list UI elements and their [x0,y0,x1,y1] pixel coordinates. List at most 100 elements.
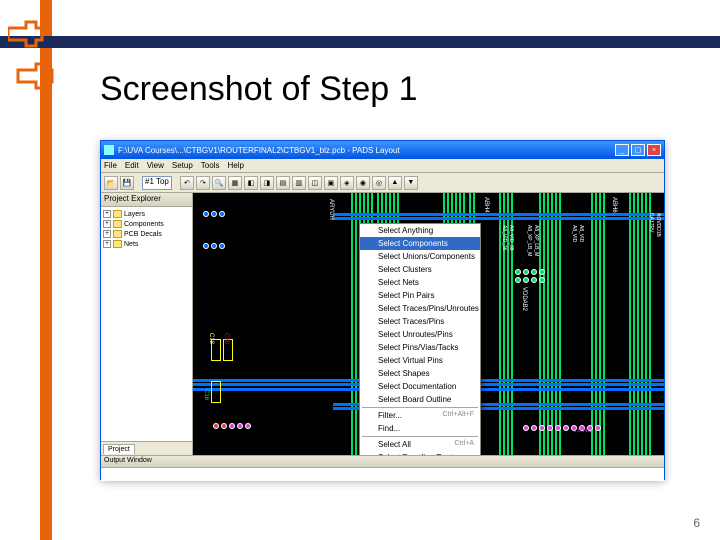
pad-group[interactable] [515,277,545,283]
ctx-item[interactable]: Select Nets [360,276,480,289]
menu-tools[interactable]: Tools [201,161,220,170]
tree-label: Nets [124,241,138,248]
pad-group[interactable] [515,269,545,275]
menu-help[interactable]: Help [227,161,243,170]
layer-select[interactable]: #1 Top [142,176,172,190]
ctx-item[interactable]: Select Anything [360,224,480,237]
expand-icon[interactable]: + [103,240,111,248]
ctx-item[interactable]: Select Pin Pairs [360,289,480,302]
tool-generic-icon[interactable]: ▣ [324,176,338,190]
menu-separator [362,407,478,408]
application-window: F:\UVA Courses\...\CTBGV1\ROUTERFINAL2\C… [100,140,665,480]
tool-generic-icon[interactable]: ▦ [228,176,242,190]
ctx-item-label: Select Board Outline [378,395,451,404]
tree-item-components[interactable]: + Components [103,219,190,229]
tool-undo-icon[interactable]: ↶ [180,176,194,190]
context-menu: Select Anything Select Components Select U… [359,223,481,455]
ctx-item[interactable]: Select Traces/Pins [360,315,480,328]
project-tree[interactable]: + Layers + Components + PCB Decals + [101,207,192,441]
ctx-item-label: Select Clusters [378,265,432,274]
folder-icon [113,240,122,248]
tool-generic-icon[interactable]: ◫ [308,176,322,190]
titlebar[interactable]: F:\UVA Courses\...\CTBGV1\ROUTERFINAL2\C… [101,141,664,159]
tool-redo-icon[interactable]: ↷ [196,176,210,190]
pin-label: A8_VID [578,225,584,242]
ctx-item-label: Select Pins/Vias/Tacks [378,343,458,352]
output-window-header: Output Window [101,456,664,468]
ctx-item[interactable]: Filter...Ctrl+Alt+F [360,409,480,422]
pad-group[interactable] [213,423,251,429]
coord-label: 0,0.NC [573,428,592,434]
ctx-item[interactable]: Select Board Outline [360,393,480,406]
tool-generic-icon[interactable]: ◈ [340,176,354,190]
tool-open-icon[interactable]: 📂 [104,176,118,190]
ctx-item-label: Select Components [378,239,448,248]
menu-setup[interactable]: Setup [172,161,193,170]
ctx-item[interactable]: Select Unions/Components [360,250,480,263]
ctx-item[interactable]: Select Unroutes/Pins [360,328,480,341]
ctx-item[interactable]: Select Dangling Routes [360,451,480,455]
tree-label: PCB Decals [124,231,162,238]
work-area: Project Explorer + Layers + Components +… [101,193,664,455]
ref-designator: ARYUH [328,199,334,220]
pin-label: A8_XP_LB_M [526,225,532,256]
slide-title: Screenshot of Step 1 [100,70,418,109]
tree-item-decals[interactable]: + PCB Decals [103,229,190,239]
close-button[interactable]: × [647,144,661,156]
accent-stripe-horizontal [0,36,720,48]
ctx-item[interactable]: Select Components [360,237,480,250]
pin-label: A8_VID_36 [501,225,507,251]
tree-item-layers[interactable]: + Layers [103,209,190,219]
ctx-item-label: Select Dangling Routes [378,453,462,455]
ctx-item[interactable]: Select All Ctrl+A [360,438,480,451]
menu-view[interactable]: View [147,161,164,170]
ctx-item-label: Select Traces/Pins [378,317,444,326]
tree-item-nets[interactable]: + Nets [103,239,190,249]
tool-generic-icon[interactable]: ◨ [260,176,274,190]
ctx-shortcut: Ctrl+A [454,440,474,449]
tool-generic-icon[interactable]: ▼ [404,176,418,190]
sidebar-tabs: Project [101,441,192,455]
tool-generic-icon[interactable]: ▲ [388,176,402,190]
menu-separator [362,436,478,437]
ctx-item[interactable]: Select Pins/Vias/Tacks [360,341,480,354]
ctx-item-label: Select All [378,440,411,449]
ctx-item[interactable]: Find... [360,422,480,435]
pcb-canvas[interactable]: ARYUH ABH4 ABH6 VDDAB3 VDDAB2 C18 C16 C3… [193,193,664,455]
tool-generic-icon[interactable]: ▤ [276,176,290,190]
tree-label: Layers [124,211,145,218]
ref-designator: ABH4 [483,197,489,213]
ref-designator: C30 [223,333,229,344]
ctx-item[interactable]: Select Traces/Pins/Unroutes [360,302,480,315]
window-controls: _ ▢ × [615,144,661,156]
ctx-item[interactable]: Select Shapes [360,367,480,380]
folder-icon [113,220,122,228]
ctx-item[interactable]: Select Virtual Pins [360,354,480,367]
ctx-item-label: Select Documentation [378,382,456,391]
app-icon [104,145,114,155]
menu-file[interactable]: File [104,161,117,170]
window-title: F:\UVA Courses\...\CTBGV1\ROUTERFINAL2\C… [118,146,615,155]
expand-icon[interactable]: + [103,230,111,238]
pin-label: A8_VID_38 [508,225,514,251]
tool-generic-icon[interactable]: ▥ [292,176,306,190]
menu-edit[interactable]: Edit [125,161,139,170]
tab-project[interactable]: Project [103,444,135,454]
tool-zoom-icon[interactable]: 🔍 [212,176,226,190]
ctx-item-label: Find... [378,424,400,433]
ctx-item-label: Select Unroutes/Pins [378,330,453,339]
minimize-button[interactable]: _ [615,144,629,156]
ctx-item[interactable]: Select Clusters [360,263,480,276]
tool-generic-icon[interactable]: ◉ [356,176,370,190]
expand-icon[interactable]: + [103,210,111,218]
tree-label: Components [124,221,164,228]
tool-save-icon[interactable]: 💾 [120,176,134,190]
pad-group[interactable] [203,211,225,217]
ctx-item-label: Select Nets [378,278,419,287]
ctx-item[interactable]: Select Documentation [360,380,480,393]
tool-generic-icon[interactable]: ◧ [244,176,258,190]
maximize-button[interactable]: ▢ [631,144,645,156]
expand-icon[interactable]: + [103,220,111,228]
pad-group[interactable] [203,243,225,249]
tool-generic-icon[interactable]: ◎ [372,176,386,190]
